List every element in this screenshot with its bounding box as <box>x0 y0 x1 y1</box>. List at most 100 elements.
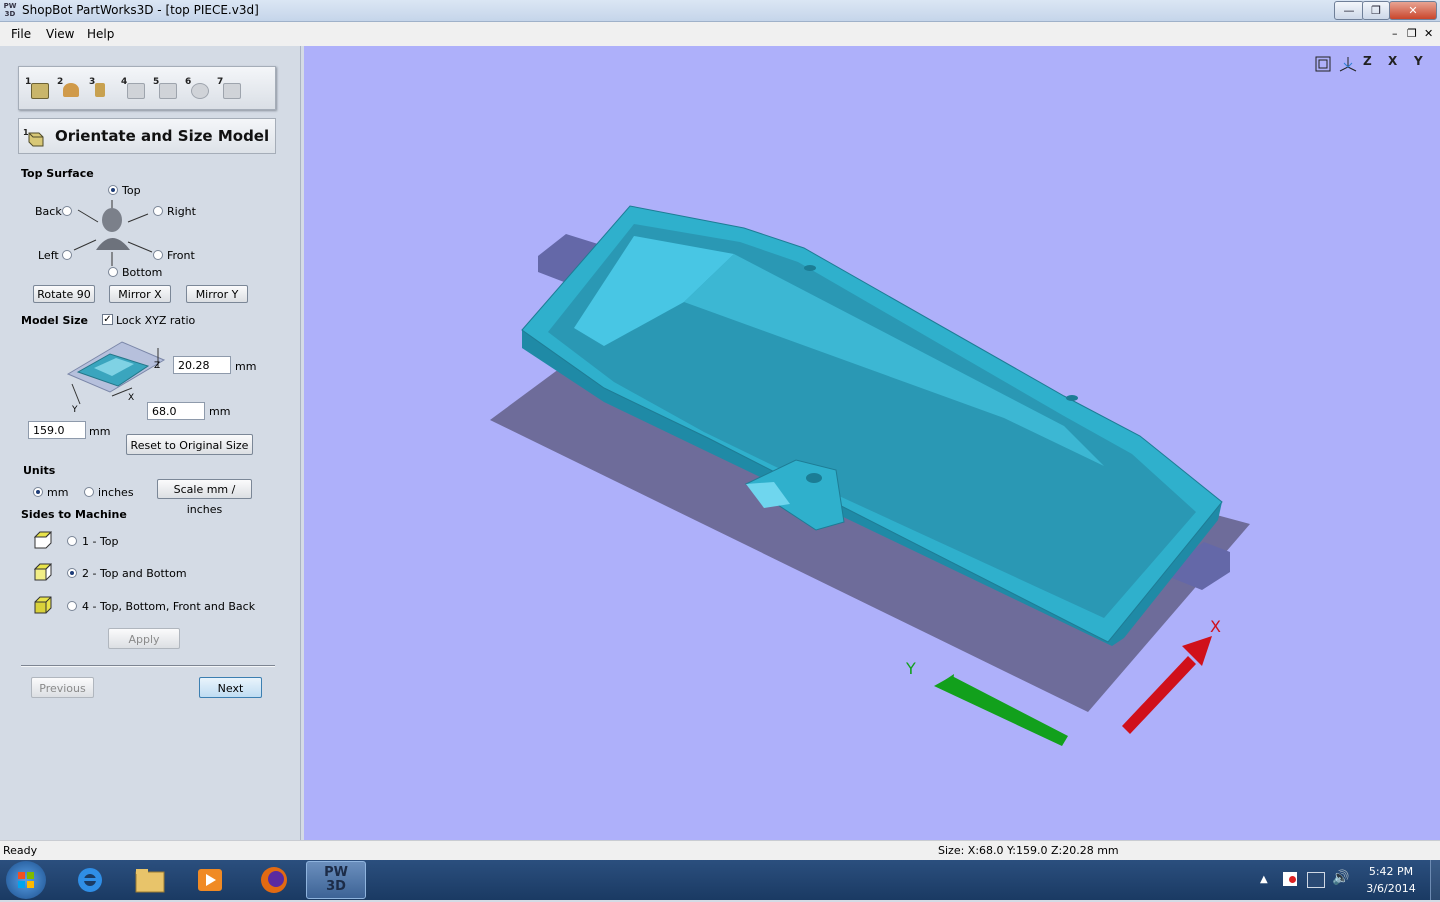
next-button[interactable]: Next <box>199 677 262 698</box>
step-1-button[interactable]: 1 <box>25 77 51 101</box>
mdi-close-button[interactable]: ✕ <box>1424 27 1433 40</box>
minimize-button[interactable]: — <box>1334 1 1364 20</box>
units-heading: Units <box>23 464 56 477</box>
previous-button[interactable]: Previous <box>31 677 94 698</box>
apply-button[interactable]: Apply <box>108 628 180 649</box>
mirror-y-button[interactable]: Mirror Y <box>186 285 248 303</box>
iso-view-icon[interactable] <box>1338 55 1358 73</box>
step-header: 1 Orientate and Size Model <box>18 118 276 154</box>
rim-hole <box>804 265 816 271</box>
y-size-input[interactable]: 159.0 <box>28 421 86 439</box>
bust-shoulders <box>96 238 130 250</box>
orientation-diagram <box>73 200 153 266</box>
right-label: Right <box>167 205 196 218</box>
sides-2-label: 2 - Top and Bottom <box>82 567 187 580</box>
bust-head <box>102 208 122 232</box>
rotate-90-button[interactable]: Rotate 90 <box>33 285 95 303</box>
top-surface-right-radio[interactable] <box>153 206 163 216</box>
y-axis-label: Y <box>905 659 916 678</box>
title-bar: PW 3D ShopBot PartWorks3D - [top PIECE.v… <box>0 0 1440 22</box>
menu-help[interactable]: Help <box>87 27 114 41</box>
sides-1-radio[interactable] <box>67 536 77 546</box>
sides-4-label: 4 - Top, Bottom, Front and Back <box>82 600 256 613</box>
model-scene: Y X <box>490 205 1250 746</box>
windows-logo-icon <box>18 872 34 888</box>
cube-top-icon <box>34 531 52 549</box>
top-surface-bottom-radio[interactable] <box>108 267 118 277</box>
front-view-x-icon[interactable]: X <box>1388 54 1408 74</box>
fit-view-icon[interactable] <box>1314 55 1332 73</box>
top-surface-top-radio[interactable] <box>108 185 118 195</box>
rim-hole <box>1066 395 1078 401</box>
y-axis-arrowhead <box>936 674 954 692</box>
menu-file[interactable]: File <box>11 27 31 41</box>
sides-2-radio[interactable] <box>67 568 77 578</box>
mdi-restore-button[interactable]: ❐ <box>1407 27 1417 40</box>
menu-view[interactable]: View <box>46 27 74 41</box>
y-unit-label: mm <box>89 425 111 438</box>
toolpath-icon <box>95 83 105 97</box>
partworks-taskbar-button[interactable]: PW 3D <box>306 861 366 899</box>
volume-icon[interactable]: 🔊 <box>1332 870 1349 886</box>
axis-y-label: Y <box>71 405 78 412</box>
app-icon: PW 3D <box>3 2 17 18</box>
top-surface-front-radio[interactable] <box>153 250 163 260</box>
units-inches-radio[interactable] <box>84 487 94 497</box>
step-4-button[interactable]: 4 <box>121 77 147 101</box>
3d-viewport[interactable]: Y X Z X Y <box>304 46 1440 840</box>
units-mm-radio[interactable] <box>33 487 43 497</box>
tool-icon <box>127 83 145 99</box>
orient-icon <box>31 83 49 99</box>
model-size-heading: Model Size <box>21 314 88 327</box>
clock-date[interactable]: 3/6/2014 <box>1364 882 1418 895</box>
step-title: Orientate and Size Model <box>55 127 270 145</box>
maximize-button[interactable]: ❐ <box>1362 1 1390 20</box>
step-2-button[interactable]: 2 <box>57 77 83 101</box>
inches-label: inches <box>98 486 134 499</box>
scale-units-button[interactable]: Scale mm / inches <box>157 479 252 516</box>
top-surface-left-radio[interactable] <box>62 250 72 260</box>
left-panel: 1 2 3 4 5 6 7 1 Orientate and Size Model… <box>0 46 301 840</box>
action-center-flag-icon[interactable] <box>1283 872 1297 886</box>
firefox-icon[interactable] <box>246 862 302 898</box>
step-toolbar: 1 2 3 4 5 6 7 <box>18 66 276 110</box>
sides-4-radio[interactable] <box>67 601 77 611</box>
status-bar: Ready Size: X:68.0 Y:159.0 Z:20.28 mm <box>0 840 1440 861</box>
model-size-diagram: Z X Y <box>66 341 166 412</box>
side-view-y-icon[interactable]: Y <box>1414 54 1434 74</box>
cube-top-bottom-icon <box>34 563 52 581</box>
axis-x-label: X <box>128 393 134 403</box>
bottom-label: Bottom <box>122 266 163 279</box>
back-label: Back <box>35 205 62 218</box>
axis-z-label: Z <box>154 361 160 371</box>
file-explorer-icon[interactable] <box>122 862 178 898</box>
mdi-minimize-button[interactable]: – <box>1392 27 1398 40</box>
step-6-button[interactable]: 6 <box>185 77 211 101</box>
clock-time[interactable]: 5:42 PM <box>1364 865 1418 878</box>
step-5-button[interactable]: 5 <box>153 77 179 101</box>
show-desktop-button[interactable] <box>1430 860 1440 900</box>
media-player-icon[interactable] <box>182 862 238 898</box>
mm-label: mm <box>47 486 69 499</box>
start-button[interactable] <box>6 861 46 899</box>
taskbar: PW 3D ▲ 🔊 5:42 PM 3/6/2014 <box>0 860 1440 900</box>
orient-size-icon: 1 <box>23 128 44 147</box>
close-button[interactable]: ✕ <box>1389 1 1437 20</box>
mirror-x-button[interactable]: Mirror X <box>109 285 171 303</box>
x-axis-label: X <box>1210 617 1221 636</box>
preview-icon <box>191 83 209 99</box>
top-view-z-icon[interactable]: Z <box>1363 54 1383 74</box>
reset-size-button[interactable]: Reset to Original Size <box>126 434 253 455</box>
show-hidden-icons-icon[interactable]: ▲ <box>1260 874 1268 885</box>
internet-explorer-icon[interactable] <box>62 862 118 898</box>
step-7-button[interactable]: 7 <box>217 77 243 101</box>
step-3-button[interactable]: 3 <box>89 77 115 101</box>
network-icon[interactable] <box>1307 872 1325 888</box>
top-surface-heading: Top Surface <box>21 167 94 180</box>
sides-heading: Sides to Machine <box>21 508 127 521</box>
lock-xyz-checkbox[interactable]: ✓ <box>102 314 113 325</box>
window-title: ShopBot PartWorks3D - [top PIECE.v3d] <box>22 3 259 17</box>
top-surface-back-radio[interactable] <box>62 206 72 216</box>
z-size-input[interactable]: 20.28 <box>173 356 231 374</box>
x-size-input[interactable]: 68.0 <box>147 402 205 420</box>
